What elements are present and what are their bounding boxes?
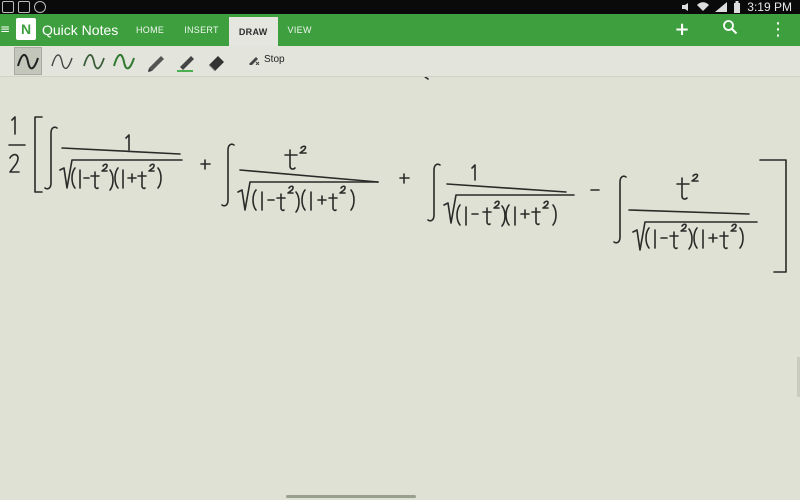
signal-icon [715,2,728,12]
search-icon[interactable] [718,18,742,42]
stop-drawing-button[interactable]: Stop [248,53,285,65]
stop-label: Stop [264,53,285,65]
pen-dark-green-tool[interactable] [80,47,108,75]
tab-view[interactable]: VIEW [278,14,322,46]
app-bar: ≡ N Quick Notes HOME INSERT DRAW VIEW + … [0,14,800,46]
tab-insert[interactable]: INSERT [174,14,229,46]
status-time: 3:19 PM [747,0,792,14]
notebook-title[interactable]: Quick Notes [42,22,118,38]
battery-icon [734,1,741,13]
onenote-logo-icon[interactable]: N [16,18,36,40]
app-notification-icon [2,1,14,13]
status-bar: 3:19 PM [0,0,800,14]
note-canvas[interactable] [0,77,800,500]
sync-icon [18,1,30,13]
pen-thin-tool[interactable] [48,47,76,75]
ribbon-tabs: HOME INSERT DRAW VIEW [126,14,322,46]
draw-toolbar: Stop [0,46,800,77]
stop-pen-icon [249,57,260,65]
more-options-icon[interactable]: ⋮ [766,18,790,42]
browser-icon [34,1,46,13]
tab-home[interactable]: HOME [126,14,174,46]
pen-black-tool[interactable] [14,47,42,75]
pen-green-tool[interactable] [110,47,138,75]
pencil-tool[interactable] [142,47,170,75]
menu-icon[interactable]: ≡ [0,22,10,36]
highlighter-tool[interactable] [172,47,200,75]
add-icon[interactable]: + [670,18,694,42]
tab-draw[interactable]: DRAW [228,17,278,46]
bottom-scroll-handle[interactable] [286,495,416,498]
mute-icon [682,3,689,11]
ink-drawing [8,77,787,273]
wifi-icon [697,2,710,12]
eraser-tool[interactable] [202,47,230,75]
